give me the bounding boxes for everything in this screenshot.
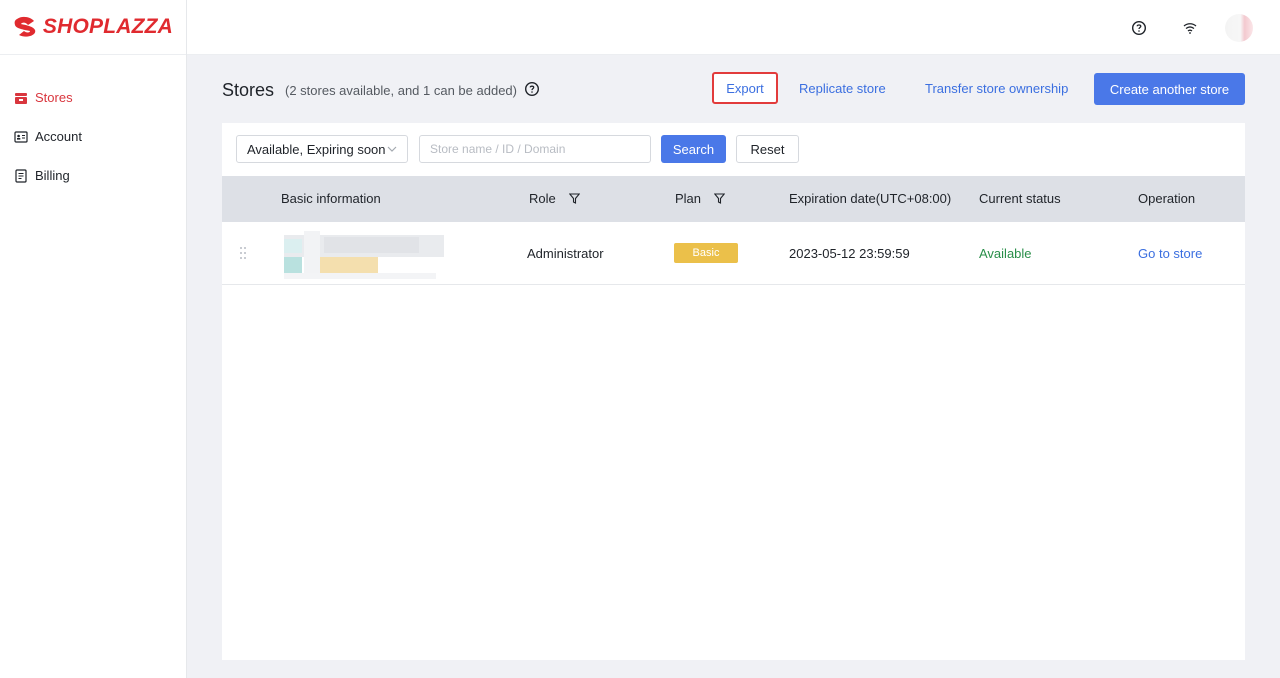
- sidebar-nav: Stores Account Billing: [0, 78, 186, 195]
- table-header: Basic information Role Plan Expiration d…: [222, 176, 1245, 222]
- store-icon: [14, 91, 28, 105]
- store-thumbnail-blurred: [284, 231, 444, 279]
- header-basic-info: Basic information: [281, 191, 381, 206]
- header-role: Role: [529, 191, 580, 206]
- table-row: Administrator Basic 2023-05-12 23:59:59 …: [222, 222, 1245, 285]
- replicate-store-button[interactable]: Replicate store: [799, 81, 886, 96]
- id-card-icon: [14, 130, 28, 144]
- drag-handle-icon[interactable]: [239, 246, 247, 260]
- create-store-button[interactable]: Create another store: [1094, 73, 1245, 105]
- top-header: [187, 0, 1280, 55]
- status-filter-select[interactable]: Available, Expiring soon: [236, 135, 408, 163]
- shoplazza-logo-icon: [14, 16, 36, 37]
- expiration-cell: 2023-05-12 23:59:59: [789, 246, 910, 261]
- sidebar: SHOPLAZZA Stores Account Billing: [0, 0, 187, 678]
- export-button[interactable]: Export: [712, 72, 778, 104]
- filter-icon[interactable]: [714, 193, 726, 204]
- help-circle-icon[interactable]: [1130, 19, 1148, 37]
- avatar[interactable]: [1225, 14, 1253, 42]
- go-to-store-link[interactable]: Go to store: [1138, 246, 1202, 261]
- help-circle-icon[interactable]: [524, 81, 540, 97]
- filter-icon[interactable]: [568, 193, 580, 204]
- transfer-ownership-button[interactable]: Transfer store ownership: [925, 81, 1068, 96]
- plan-badge: Basic: [674, 243, 738, 263]
- stores-panel: Available, Expiring soon Search Reset Ba…: [222, 123, 1245, 660]
- search-input[interactable]: [419, 135, 651, 163]
- sidebar-item-label: Billing: [35, 168, 70, 183]
- header-expiration: Expiration date(UTC+08:00): [789, 191, 952, 206]
- search-button[interactable]: Search: [661, 135, 726, 163]
- role-cell: Administrator: [527, 246, 604, 261]
- header-status: Current status: [979, 191, 1061, 206]
- sidebar-item-stores[interactable]: Stores: [0, 78, 186, 117]
- sidebar-item-account[interactable]: Account: [0, 117, 186, 156]
- wifi-icon[interactable]: [1181, 19, 1199, 37]
- sidebar-item-label: Account: [35, 129, 82, 144]
- page-title: Stores: [222, 80, 275, 100]
- header-role-label: Role: [529, 191, 556, 206]
- header-operation: Operation: [1138, 191, 1196, 206]
- chevron-down-icon: [387, 146, 397, 152]
- header-plan: Plan: [675, 191, 726, 206]
- header-plan-label: Plan: [675, 191, 702, 206]
- document-icon: [14, 168, 28, 183]
- status-filter-value: Available, Expiring soon: [247, 141, 386, 157]
- main-content: Stores (2 stores available, and 1 can be…: [187, 55, 1280, 678]
- logo[interactable]: SHOPLAZZA: [0, 0, 186, 55]
- sidebar-item-billing[interactable]: Billing: [0, 156, 186, 195]
- sidebar-item-label: Stores: [35, 90, 73, 105]
- reset-button[interactable]: Reset: [736, 135, 799, 163]
- brand-name: SHOPLAZZA: [42, 15, 174, 38]
- status-cell: Available: [979, 246, 1032, 261]
- page-subtitle: (2 stores available, and 1 can be added): [285, 83, 517, 98]
